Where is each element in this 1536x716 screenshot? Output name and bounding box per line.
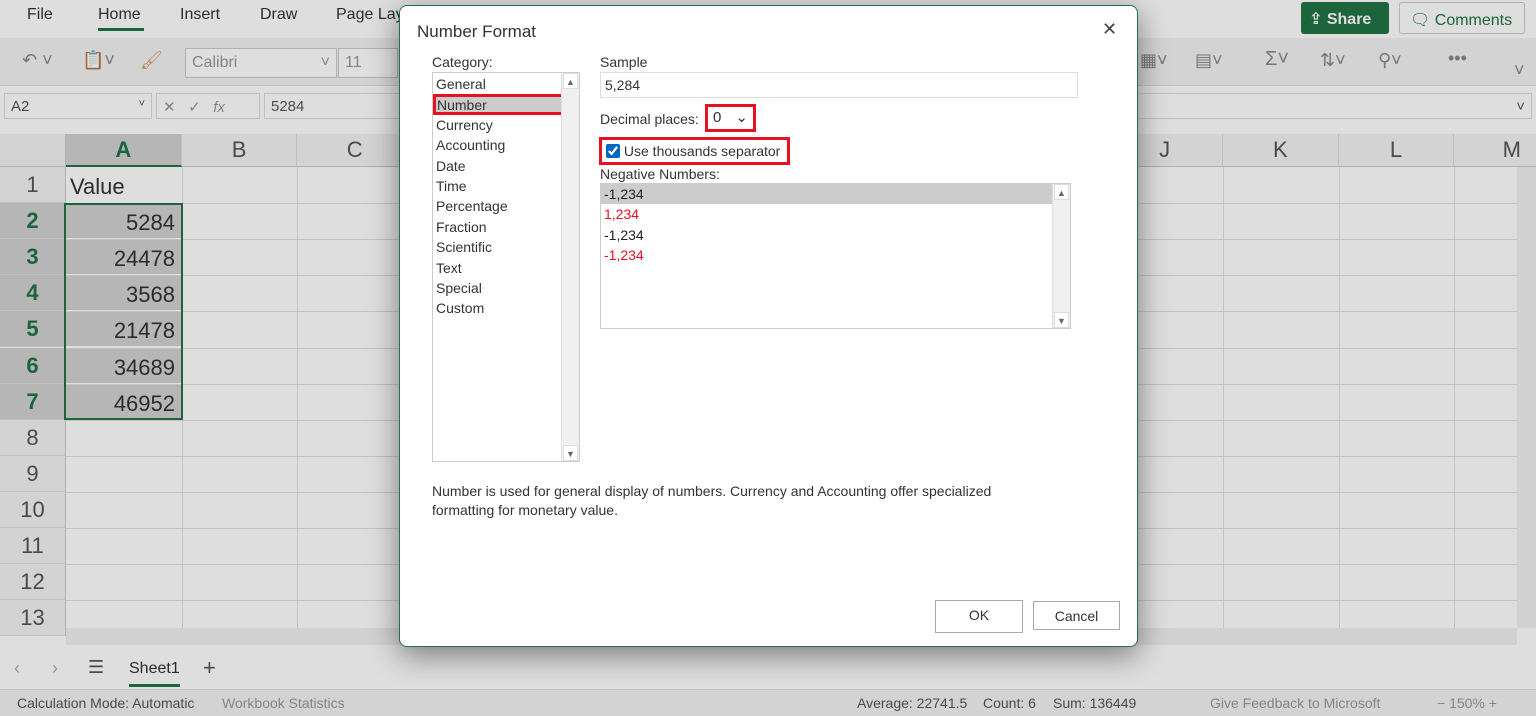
negative-scrollbar[interactable]: ▲ ▼ bbox=[1052, 184, 1070, 328]
decimal-value: 0 bbox=[713, 109, 722, 126]
dialog-title: Number Format bbox=[417, 22, 537, 41]
close-icon[interactable]: ✕ bbox=[1102, 19, 1117, 40]
thousands-label: Use thousands separator bbox=[623, 143, 781, 159]
category-item-accounting[interactable]: Accounting bbox=[433, 135, 579, 155]
category-description: Number is used for general display of nu… bbox=[432, 482, 991, 520]
scroll-down-icon[interactable]: ▼ bbox=[1054, 312, 1069, 328]
thousands-separator-row[interactable]: Use thousands separator bbox=[599, 137, 790, 165]
ok-button[interactable]: OK bbox=[935, 600, 1023, 633]
category-list[interactable]: General Number Currency Accounting Date Time P… bbox=[432, 72, 580, 462]
cancel-button[interactable]: Cancel bbox=[1033, 601, 1120, 630]
scroll-up-icon[interactable]: ▲ bbox=[1054, 184, 1069, 200]
category-item-percentage[interactable]: Percentage bbox=[433, 196, 579, 216]
category-item-date[interactable]: Date bbox=[433, 156, 579, 176]
sample-value: 5,284 bbox=[600, 72, 1078, 98]
decimal-places-select[interactable]: 0 ⌄ bbox=[705, 104, 756, 132]
category-item-custom[interactable]: Custom bbox=[433, 298, 579, 318]
negative-format-option[interactable]: 1,234 bbox=[601, 204, 1070, 224]
number-format-dialog: Number Format ✕ Category: General Number C… bbox=[399, 5, 1138, 647]
negative-format-option[interactable]: -1,234 bbox=[601, 184, 1052, 205]
sample-label: Sample bbox=[600, 54, 648, 70]
category-item-currency[interactable]: Currency bbox=[433, 115, 579, 135]
category-label: Category: bbox=[432, 54, 493, 70]
scroll-up-icon[interactable]: ▲ bbox=[563, 73, 578, 89]
description-line: Number is used for general display of nu… bbox=[432, 483, 992, 499]
negative-numbers-list[interactable]: -1,234 1,234 -1,234 -1,234 ▲ ▼ bbox=[600, 183, 1071, 329]
category-item-scientific[interactable]: Scientific bbox=[433, 237, 579, 257]
negative-format-option[interactable]: -1,234 bbox=[601, 245, 1070, 265]
scroll-down-icon[interactable]: ▼ bbox=[563, 445, 578, 461]
thousands-checkbox[interactable] bbox=[606, 144, 620, 158]
decimal-label: Decimal places: bbox=[600, 111, 699, 127]
category-item-special[interactable]: Special bbox=[433, 278, 579, 298]
negative-numbers-label: Negative Numbers: bbox=[600, 166, 720, 182]
category-item-text[interactable]: Text bbox=[433, 258, 579, 278]
chevron-down-icon: ⌄ bbox=[735, 109, 748, 126]
category-scrollbar[interactable]: ▲ ▼ bbox=[561, 73, 579, 461]
negative-format-option[interactable]: -1,234 bbox=[601, 225, 1070, 245]
category-item-time[interactable]: Time bbox=[433, 176, 579, 196]
category-item-general[interactable]: General bbox=[433, 74, 579, 94]
category-item-fraction[interactable]: Fraction bbox=[433, 217, 579, 237]
description-line: formatting for monetary value. bbox=[432, 502, 618, 518]
category-item-number[interactable]: Number bbox=[433, 94, 564, 115]
